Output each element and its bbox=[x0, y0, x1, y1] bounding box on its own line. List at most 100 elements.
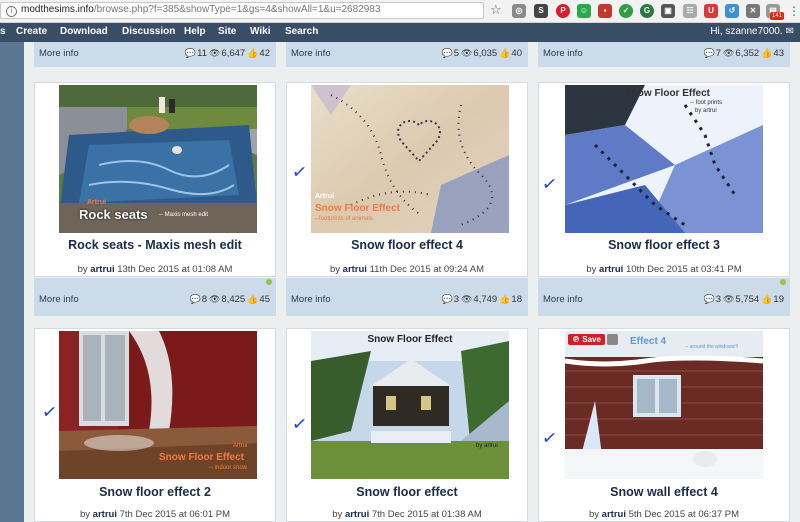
thumbnail-overlay-text: Snow Floor Effect bbox=[367, 334, 453, 345]
extension-icon[interactable]: ↺ bbox=[725, 4, 739, 18]
thanks-icon: 👍 bbox=[499, 295, 511, 305]
nav-help[interactable]: Help bbox=[184, 26, 206, 37]
card-thumbnail[interactable]: Artrui Snow Floor Effect --footprints of… bbox=[311, 85, 509, 233]
download-card: Artrui Snow Floor Effect --footprints of… bbox=[286, 82, 528, 277]
pin-icon: ℗ bbox=[572, 335, 580, 344]
card-thumbnail[interactable]: ℗ Save Effect 4 -- around the windows!!! bbox=[565, 331, 763, 479]
nav-fragment[interactable]: s bbox=[0, 26, 6, 37]
extension-icon[interactable]: S bbox=[534, 4, 548, 18]
card-footer: More info 💬3 👁5,754 👍19 bbox=[538, 278, 790, 316]
save-button[interactable]: ℗ Save bbox=[568, 334, 605, 345]
extension-icon[interactable]: U bbox=[704, 4, 718, 18]
mail-icon[interactable]: ✉ bbox=[786, 26, 794, 37]
card-thumbnail[interactable]: Snow Floor Effect -- foot prints by artr… bbox=[565, 85, 763, 233]
download-card: ℗ Save Effect 4 -- around the windows!!!… bbox=[538, 328, 790, 522]
comments-icon: 💬 bbox=[184, 49, 197, 59]
views-icon: 👁 bbox=[460, 295, 473, 305]
card-title[interactable]: Rock seats - Maxis mesh edit bbox=[35, 238, 275, 252]
card-title[interactable]: Snow floor effect bbox=[287, 485, 527, 499]
author-link[interactable]: artrui bbox=[343, 264, 367, 275]
extension-icon[interactable]: ▪ bbox=[598, 4, 612, 18]
author-link[interactable]: artrui bbox=[345, 509, 369, 520]
card-footer: More info 💬5 👁6,035 👍40 bbox=[286, 42, 528, 67]
extension-icon[interactable]: G bbox=[640, 4, 654, 18]
card-title[interactable]: Snow wall effect 4 bbox=[539, 485, 789, 499]
thumbnail-overlay-subtext: -- indoor snow bbox=[209, 465, 248, 471]
thumbnail-overlay-text: Rock seats bbox=[79, 207, 148, 222]
thumbnail-overlay-subtext: --footprints of animals bbox=[315, 216, 373, 222]
thanks-icon: 👍 bbox=[761, 49, 773, 59]
handwritten-check-mark: ✓ bbox=[540, 427, 559, 450]
views-icon: 👁 bbox=[208, 49, 221, 59]
thumbnail-brand: by artrui bbox=[695, 108, 717, 114]
nav-create[interactable]: Create bbox=[16, 26, 47, 37]
extension-icon[interactable]: ▣ bbox=[661, 4, 675, 18]
nav-discussion[interactable]: Discussion bbox=[122, 26, 175, 37]
expand-icon[interactable] bbox=[607, 334, 618, 345]
card-thumbnail[interactable]: Artrui Rock seats -- Maxis mesh edit bbox=[59, 85, 257, 233]
download-card: Snow Floor Effect by artrui Snow floor e… bbox=[286, 328, 528, 522]
more-info-link[interactable]: More info bbox=[39, 48, 79, 59]
bookmark-star-icon[interactable]: ☆ bbox=[490, 3, 502, 19]
thumbnail-brand: by artrui bbox=[476, 443, 498, 449]
thanks-icon: 👍 bbox=[247, 49, 259, 59]
pinterest-icon[interactable]: P bbox=[556, 4, 570, 18]
left-sidebar bbox=[0, 42, 24, 522]
author-link[interactable]: artrui bbox=[602, 509, 626, 520]
thumbnail-overlay-text: Snow Floor Effect bbox=[315, 203, 400, 214]
card-byline: by artrui 11th Dec 2015 at 09:24 AM bbox=[329, 264, 485, 275]
thumbnail-overlay-text: Snow Floor Effect bbox=[159, 452, 244, 463]
card-title[interactable]: Snow floor effect 3 bbox=[539, 238, 789, 252]
nav-search[interactable]: Search bbox=[285, 26, 318, 37]
card-footer: More info 💬3 👁4,749 👍18 bbox=[286, 278, 528, 316]
card-title[interactable]: Snow floor effect 2 bbox=[35, 485, 275, 499]
extension-icon[interactable]: ◎ bbox=[512, 4, 526, 18]
card-thumbnail[interactable]: Snow Floor Effect by artrui bbox=[311, 331, 509, 479]
thumbnail-brand: Artrui bbox=[315, 193, 335, 200]
card-thumbnail[interactable]: Artrui Snow Floor Effect -- indoor snow bbox=[59, 331, 257, 479]
handwritten-check-mark: ✓ bbox=[290, 413, 309, 436]
card-byline: by artrui 10th Dec 2015 at 03:41 PM bbox=[586, 264, 742, 275]
card-footer: More info 💬8 👁8,425 👍45 bbox=[34, 278, 276, 316]
thumbnail-overlay-text: Effect 4 bbox=[630, 336, 667, 347]
more-info-link[interactable]: More info bbox=[39, 294, 79, 305]
card-stats: 💬5 👁6,035 👍40 bbox=[441, 48, 522, 59]
card-title[interactable]: Snow floor effect 4 bbox=[287, 238, 527, 252]
handwritten-check-mark: ✓ bbox=[290, 161, 309, 184]
extension-icon[interactable]: ☷ bbox=[683, 4, 697, 18]
author-link[interactable]: artrui bbox=[93, 509, 117, 520]
info-icon[interactable]: i bbox=[6, 6, 17, 17]
author-link[interactable]: artrui bbox=[599, 264, 623, 275]
comments-icon: 💬 bbox=[441, 295, 453, 305]
more-info-link[interactable]: More info bbox=[291, 294, 331, 305]
more-info-link[interactable]: More info bbox=[543, 294, 583, 305]
comments-icon: 💬 bbox=[703, 49, 715, 59]
extension-icon[interactable]: ☺ bbox=[577, 4, 591, 18]
browser-toolbar: i modthesims.info/browse.php?f=385&showT… bbox=[0, 0, 800, 23]
views-icon: 👁 bbox=[722, 49, 735, 59]
thumbnail-overlay-text: Snow Floor Effect bbox=[625, 88, 710, 99]
thanks-icon: 👍 bbox=[247, 295, 259, 305]
address-bar[interactable]: i modthesims.info/browse.php?f=385&showT… bbox=[0, 2, 484, 19]
nav-wiki[interactable]: Wiki bbox=[250, 26, 270, 37]
author-link[interactable]: artrui bbox=[90, 264, 114, 275]
nav-download[interactable]: Download bbox=[60, 26, 108, 37]
url-text: modthesims.info/browse.php?f=385&showTyp… bbox=[21, 4, 381, 15]
extension-icon[interactable]: ✕ bbox=[746, 4, 760, 18]
handwritten-check-mark: ✓ bbox=[540, 173, 559, 196]
more-info-link[interactable]: More info bbox=[543, 48, 583, 59]
user-greeting[interactable]: Hi, szanne7000. ✉ bbox=[710, 26, 794, 37]
download-card: Artrui Rock seats -- Maxis mesh edit Roc… bbox=[34, 82, 276, 277]
card-stats: 💬3 👁4,749 👍18 bbox=[441, 294, 522, 305]
card-stats: 💬3 👁5,754 👍19 bbox=[703, 294, 784, 305]
thanks-icon: 👍 bbox=[761, 295, 773, 305]
browser-menu-icon[interactable]: ⋮ bbox=[788, 4, 800, 18]
extension-icon[interactable]: ✓ bbox=[619, 4, 633, 18]
nav-site[interactable]: Site bbox=[218, 26, 236, 37]
comments-icon: 💬 bbox=[189, 295, 201, 305]
handwritten-check-mark: ✓ bbox=[40, 401, 59, 424]
more-info-link[interactable]: More info bbox=[291, 48, 331, 59]
thumbnail-brand: Artrui bbox=[87, 199, 107, 206]
views-icon: 👁 bbox=[722, 295, 735, 305]
download-card: Snow Floor Effect -- foot prints by artr… bbox=[538, 82, 790, 277]
